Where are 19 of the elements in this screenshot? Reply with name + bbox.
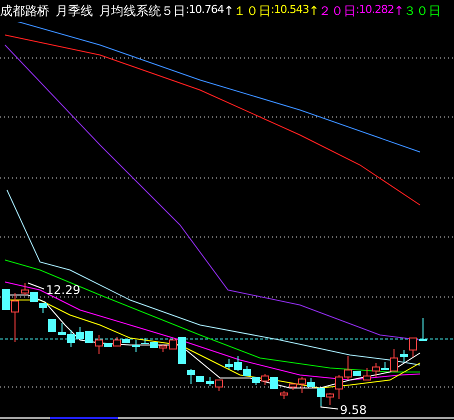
candlestick [48,318,56,332]
average-value: :10.764 [186,2,224,18]
average-arrow: ↑ [394,2,404,20]
average-label: ３０日 [404,2,441,20]
average-arrow: ↑ [224,2,234,20]
average-value: :10.282 [356,2,394,18]
candlestick [419,318,427,342]
leader-line [28,282,44,290]
average-label: ２０日 [318,2,356,20]
average-label: １０日 [234,2,271,20]
low-price-label: 9.58 [340,403,367,417]
period-label: 月季线 [56,2,93,20]
average-label: ５日 [160,2,186,20]
leader-line [320,406,338,410]
indicator-label: 月均线系统 [98,2,161,20]
high-price-label: 12.29 [46,283,80,297]
average-value: :10.543 [270,2,309,18]
average-arrow: ↑ [308,2,319,20]
stock-name: 成都路桥 [0,2,50,20]
